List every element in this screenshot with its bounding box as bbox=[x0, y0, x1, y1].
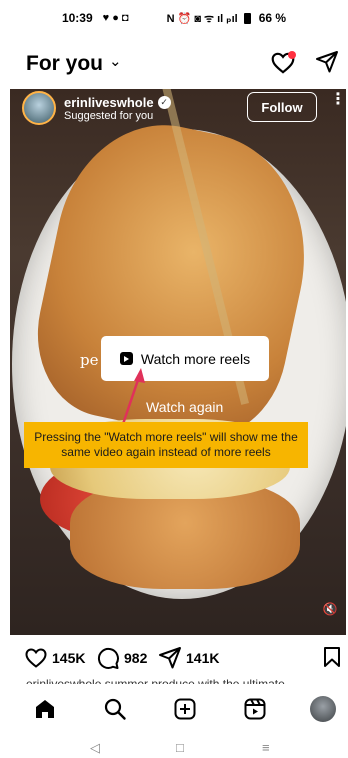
nav-search[interactable] bbox=[102, 696, 128, 722]
home-icon bbox=[36, 700, 54, 718]
reels-icon bbox=[244, 698, 266, 720]
avatar bbox=[310, 696, 336, 722]
reel-actions: 145K 982 141K bbox=[0, 644, 348, 674]
avatar[interactable] bbox=[22, 91, 56, 125]
search-icon bbox=[104, 698, 126, 720]
nav-reels[interactable] bbox=[242, 696, 268, 722]
messages-button[interactable] bbox=[315, 50, 341, 76]
battery-level: 66 % bbox=[258, 11, 287, 25]
system-back-button[interactable]: ◁ bbox=[90, 740, 100, 756]
reel-overlay-text: pe bbox=[80, 351, 99, 369]
page-title: For you bbox=[26, 52, 103, 75]
reels-icon bbox=[119, 352, 133, 365]
status-bar: 10:39 ♥ ● ◘ N ⏰ ◙ ᯤ ıl ₚıl 66 % bbox=[0, 0, 348, 36]
share-icon bbox=[159, 647, 181, 669]
comment-button[interactable]: 982 bbox=[96, 646, 147, 670]
status-left-icons: ♥ ● ◘ bbox=[102, 12, 129, 24]
username: erinliveswhole bbox=[64, 94, 154, 110]
system-home-button[interactable]: □ bbox=[176, 740, 184, 755]
verified-badge-icon: ✓ bbox=[157, 95, 171, 109]
annotation-callout: Pressing the "Watch more reels" will sho… bbox=[24, 422, 308, 468]
status-time: 10:39 bbox=[61, 11, 93, 25]
suggested-label: Suggested for you bbox=[64, 109, 154, 122]
reel-video[interactable]: erinliveswhole ✓ Suggested for you Follo… bbox=[10, 89, 346, 635]
battery-icon bbox=[243, 11, 253, 25]
bookmark-icon bbox=[324, 647, 340, 667]
feed-selector[interactable]: For you ⌄ bbox=[26, 52, 122, 76]
system-nav-bar: ◁ □ ≡ bbox=[0, 736, 348, 758]
status-right-icons: N ⏰ ◙ ᯤ ıl ₚıl bbox=[166, 12, 238, 25]
watch-more-label: Watch more reels bbox=[140, 350, 251, 367]
bottom-nav bbox=[0, 690, 348, 734]
nav-home[interactable] bbox=[32, 696, 58, 722]
mute-icon[interactable]: 🔇 bbox=[320, 599, 340, 619]
like-count: 145K bbox=[52, 650, 86, 666]
notifications-button[interactable] bbox=[270, 50, 296, 76]
username-link[interactable]: erinliveswhole ✓ bbox=[64, 95, 171, 110]
comment-icon bbox=[97, 647, 119, 669]
plus-square-icon bbox=[174, 698, 196, 720]
more-options-button[interactable]: ⋮ bbox=[330, 92, 346, 108]
nav-create[interactable] bbox=[172, 696, 198, 722]
watch-again-button[interactable]: Watch again bbox=[146, 399, 223, 415]
share-count: 141K bbox=[186, 650, 220, 666]
watch-more-reels-button[interactable]: Watch more reels bbox=[101, 336, 269, 381]
heart-icon bbox=[25, 648, 47, 668]
nav-profile[interactable] bbox=[310, 696, 336, 722]
reel-author[interactable]: erinliveswhole ✓ Suggested for you bbox=[22, 91, 171, 125]
share-button[interactable]: 141K bbox=[158, 646, 219, 670]
comment-count: 982 bbox=[124, 650, 148, 666]
send-icon bbox=[316, 51, 338, 73]
chevron-down-icon: ⌄ bbox=[109, 53, 122, 70]
notification-dot bbox=[288, 51, 296, 59]
reel-caption[interactable]: erinliveswhole summer produce with the u… bbox=[26, 678, 326, 684]
system-recents-button[interactable]: ≡ bbox=[262, 740, 270, 755]
feed-header: For you ⌄ bbox=[0, 44, 348, 84]
follow-button[interactable]: Follow bbox=[247, 92, 317, 122]
like-button[interactable]: 145K bbox=[24, 646, 85, 670]
save-button[interactable] bbox=[322, 646, 342, 668]
